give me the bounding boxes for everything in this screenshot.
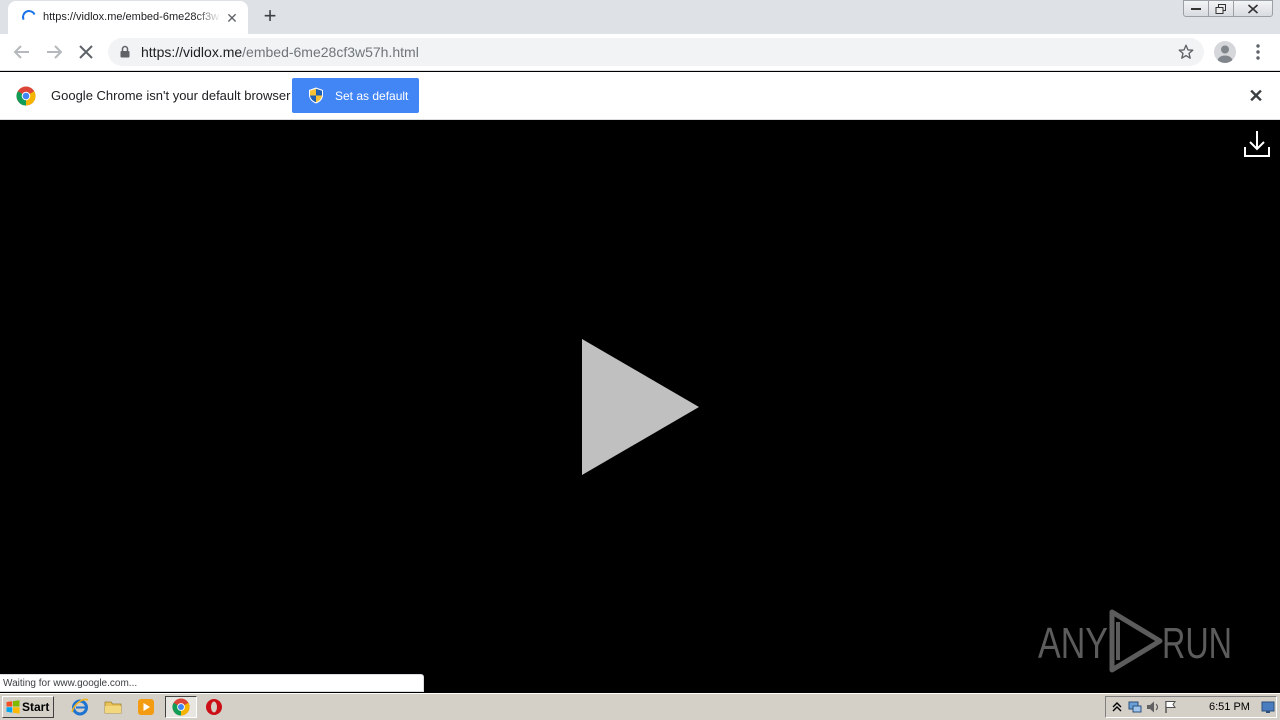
show-hidden-icons-icon[interactable] <box>1110 700 1124 714</box>
restore-icon <box>1215 3 1226 14</box>
network-icon[interactable] <box>1128 700 1142 714</box>
play-icon[interactable] <box>581 338 701 476</box>
status-bubble: Waiting for www.google.com... <box>0 674 424 692</box>
infobar-close-button[interactable]: ✕ <box>1247 87 1265 105</box>
close-icon <box>1247 3 1259 14</box>
profile-avatar-button[interactable] <box>1214 41 1236 63</box>
forward-button[interactable] <box>42 40 66 64</box>
tab-title: https://vidlox.me/embed-6me28cf3w57h.htm… <box>43 11 221 23</box>
forward-arrow-icon <box>47 45 63 59</box>
browser-toolbar: https://vidlox.me/embed-6me28cf3w57h.htm… <box>0 34 1280 71</box>
kebab-menu-icon <box>1256 44 1260 60</box>
download-icon[interactable] <box>1243 129 1271 159</box>
stop-loading-button[interactable] <box>74 40 98 64</box>
infobar-message: Google Chrome isn't your default browser <box>51 88 291 103</box>
set-as-default-button[interactable]: Set as default <box>292 78 419 113</box>
show-desktop-icon[interactable] <box>1261 700 1275 714</box>
lock-icon <box>120 45 130 58</box>
volume-icon[interactable] <box>1146 700 1160 714</box>
browser-menu-button[interactable] <box>1250 42 1266 62</box>
stop-icon <box>79 45 93 59</box>
system-tray: 6:51 PM <box>1105 696 1277 718</box>
watermark-right: RUN <box>1162 619 1232 668</box>
anyrun-watermark: ANY RUN <box>1038 609 1232 673</box>
window-close-button[interactable] <box>1233 0 1273 17</box>
start-label: Start <box>22 700 50 714</box>
video-player[interactable]: ANY RUN <box>0 121 1280 691</box>
taskbar: Start 6:51 PM <box>0 693 1280 720</box>
address-bar[interactable]: https://vidlox.me/embed-6me28cf3w57h.htm… <box>108 38 1204 66</box>
back-button[interactable] <box>10 40 34 64</box>
windows-flag-icon <box>6 700 20 714</box>
browser-tab[interactable]: https://vidlox.me/embed-6me28cf3w57h.htm… <box>8 1 248 34</box>
ie-icon[interactable] <box>71 698 89 716</box>
url-text[interactable]: https://vidlox.me/embed-6me28cf3w57h.htm… <box>141 44 419 60</box>
default-browser-infobar: Google Chrome isn't your default browser… <box>0 72 1280 120</box>
opera-icon[interactable] <box>205 698 223 716</box>
url-path: /embed-6me28cf3w57h.html <box>242 44 419 60</box>
url-host: https://vidlox.me <box>141 44 243 60</box>
chrome-icon <box>172 698 190 716</box>
avatar-icon <box>1217 45 1233 63</box>
set-as-default-label: Set as default <box>335 89 409 103</box>
loading-spinner-icon <box>20 8 38 26</box>
bookmark-star-icon[interactable] <box>1177 43 1195 61</box>
back-arrow-icon <box>13 45 29 59</box>
watermark-left: ANY <box>1038 619 1108 668</box>
taskbar-chrome-button[interactable] <box>165 696 197 718</box>
system-clock[interactable]: 6:51 PM <box>1209 701 1250 713</box>
window-minimize-button[interactable] <box>1183 0 1209 17</box>
explorer-icon[interactable] <box>104 698 122 716</box>
minimize-icon <box>1191 7 1201 10</box>
start-button[interactable]: Start <box>2 696 54 718</box>
window-restore-button[interactable] <box>1208 0 1234 17</box>
chrome-logo-icon <box>16 86 36 106</box>
tab-strip: https://vidlox.me/embed-6me28cf3w57h.htm… <box>0 0 1280 34</box>
media-player-icon[interactable] <box>137 698 155 716</box>
action-center-flag-icon[interactable] <box>1164 700 1178 714</box>
tab-close-button[interactable]: ✕ <box>224 10 240 26</box>
uac-shield-icon <box>309 87 323 104</box>
new-tab-button[interactable]: + <box>258 5 282 29</box>
